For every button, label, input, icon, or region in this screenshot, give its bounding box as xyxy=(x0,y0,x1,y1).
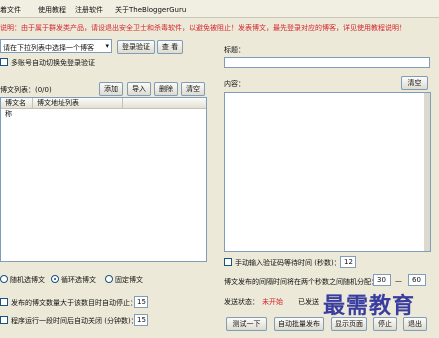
clear-content-button[interactable]: 清空 xyxy=(401,76,428,90)
menu-register[interactable]: 注册软件 xyxy=(75,5,103,15)
test-button[interactable]: 测试一下 xyxy=(226,317,267,331)
menu-about[interactable]: 关于TheBloggerGuru xyxy=(115,5,186,15)
add-button[interactable]: 添加 xyxy=(99,82,123,96)
import-button[interactable]: 导入 xyxy=(127,82,151,96)
blog-post-list[interactable]: 博文名称 博文地址列表 xyxy=(0,97,207,262)
interval-max-input[interactable]: 60 xyxy=(408,274,426,286)
watermark-text: 最需教育 xyxy=(323,293,416,319)
captcha-seconds-value: 12 xyxy=(344,258,353,266)
menu-tutorial[interactable]: 使用教程 xyxy=(38,5,66,15)
auto-publish-button[interactable]: 自动批量发布 xyxy=(274,317,324,331)
shutdown-checkbox[interactable] xyxy=(0,316,8,324)
captcha-label: 手动输入验证码等待时间 (秒数)： xyxy=(235,259,341,267)
interval-label: 博文发布的间隔时间将在两个秒数之间随机分配： xyxy=(224,278,378,286)
title-label: 标题： xyxy=(224,46,245,54)
radio-fixed-label: 固定博文 xyxy=(115,276,143,284)
content-scrollbar[interactable] xyxy=(424,93,430,251)
captcha-seconds-input[interactable]: 12 xyxy=(340,256,356,268)
delete-button[interactable]: 删除 xyxy=(154,82,178,96)
interval-min-input[interactable]: 30 xyxy=(373,274,391,286)
login-verify-button[interactable]: 登录验证 xyxy=(117,40,155,54)
menu-bar: 着文件 使用教程 注册软件 关于TheBloggerGuru xyxy=(0,0,439,18)
content-textarea[interactable] xyxy=(224,92,431,252)
stop-count-input[interactable]: 15 xyxy=(134,296,148,308)
radio-cycle[interactable] xyxy=(51,275,59,283)
radio-fixed[interactable] xyxy=(105,275,113,283)
blog-select[interactable]: 请在下拉列表中选择一个博客 ▾ xyxy=(0,39,112,53)
interval-min-value: 30 xyxy=(377,276,386,284)
stop-count-label: 发布的博文数量大于该数目时自动停止： xyxy=(11,299,137,307)
radio-random[interactable] xyxy=(0,275,8,283)
stop-count-checkbox[interactable] xyxy=(0,298,8,306)
list-header: 博文名称 博文地址列表 xyxy=(1,98,206,118)
title-input[interactable] xyxy=(224,57,430,68)
col-url-list[interactable]: 博文地址列表 xyxy=(33,98,123,109)
sent-label: 已发送 xyxy=(298,298,319,306)
stop-count-value: 15 xyxy=(137,298,146,306)
chevron-down-icon: ▾ xyxy=(105,42,109,50)
status-label: 发送状态： xyxy=(224,298,259,306)
status-value: 未开始 xyxy=(262,298,283,306)
shutdown-value: 15 xyxy=(137,316,146,324)
interval-max-value: 60 xyxy=(412,276,421,284)
notice-text: 说明：由于属于群发类产品，请设退出安全卫士和杀毒软件，以避免被阻止！发表博文，最… xyxy=(0,24,406,32)
clear-list-button[interactable]: 清空 xyxy=(181,82,205,96)
interval-dash: — xyxy=(395,277,402,285)
show-page-button[interactable]: 显示页面 xyxy=(331,317,367,331)
radio-cycle-label: 循环选博文 xyxy=(61,276,96,284)
view-button[interactable]: 查 看 xyxy=(157,40,183,54)
exit-button[interactable]: 退出 xyxy=(403,317,427,331)
stop-button[interactable]: 停止 xyxy=(373,317,397,331)
auto-switch-label: 多账号自动切换免登录验证 xyxy=(11,59,95,67)
shutdown-input[interactable]: 15 xyxy=(134,314,148,326)
shutdown-label: 程序运行一段时间后自动关闭 (分钟数)： xyxy=(11,317,138,325)
col-name[interactable]: 博文名称 xyxy=(1,98,33,118)
list-title: 博文列表：(0/0) xyxy=(0,86,52,94)
blog-select-value: 请在下拉列表中选择一个博客 xyxy=(3,44,94,52)
radio-random-label: 随机选博文 xyxy=(10,276,45,284)
auto-switch-checkbox[interactable] xyxy=(0,58,8,66)
content-label: 内容： xyxy=(224,80,245,88)
menu-file[interactable]: 着文件 xyxy=(0,5,21,15)
captcha-checkbox[interactable] xyxy=(224,258,232,266)
